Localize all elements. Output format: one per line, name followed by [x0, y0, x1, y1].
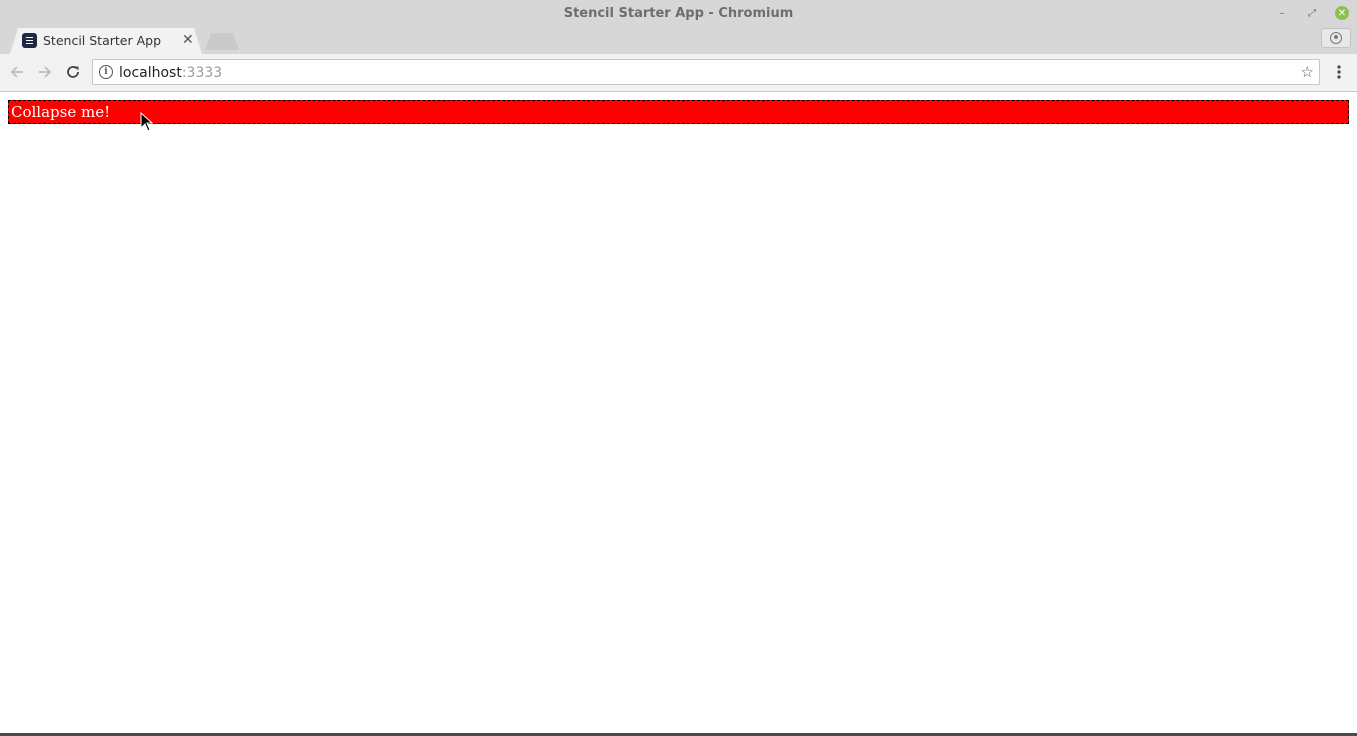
reload-icon: [67, 66, 79, 78]
kebab-menu-icon: [1337, 65, 1341, 79]
profile-button[interactable]: [1321, 28, 1351, 48]
tab-strip: Stencil Starter App ✕: [0, 28, 1357, 54]
window-title: Stencil Starter App - Chromium: [563, 6, 794, 21]
browser-menu-button[interactable]: [1330, 63, 1348, 81]
tab-close-icon[interactable]: ✕: [182, 32, 194, 48]
arrow-left-icon: [10, 66, 23, 78]
address-bar[interactable]: i localhost:3333 ☆: [92, 59, 1320, 85]
bookmark-star-icon[interactable]: ☆: [1301, 63, 1314, 81]
url-host: localhost: [119, 65, 182, 81]
collapse-toggle[interactable]: Collapse me!: [8, 100, 1349, 124]
page-viewport: Collapse me!: [0, 92, 1357, 733]
info-icon[interactable]: i: [99, 65, 113, 79]
reload-button[interactable]: [64, 63, 82, 81]
tab-title: Stencil Starter App: [43, 33, 161, 48]
url-port: :3333: [181, 65, 223, 81]
forward-button[interactable]: [36, 63, 54, 81]
arrow-right-icon: [39, 66, 52, 78]
minimize-button[interactable]: –: [1275, 6, 1289, 20]
stencil-favicon-icon: [22, 33, 37, 48]
close-window-button[interactable]: ✕: [1335, 6, 1349, 20]
user-icon: [1330, 32, 1342, 44]
back-button[interactable]: [8, 63, 26, 81]
new-tab-button[interactable]: [205, 33, 239, 50]
window-titlebar: Stencil Starter App - Chromium – ⤢ ✕: [0, 0, 1357, 28]
browser-toolbar: i localhost:3333 ☆: [0, 54, 1357, 92]
tab-stencil-starter-app[interactable]: Stencil Starter App: [10, 28, 202, 54]
url-text[interactable]: localhost:3333: [119, 65, 222, 81]
restore-button[interactable]: ⤢: [1305, 6, 1319, 20]
